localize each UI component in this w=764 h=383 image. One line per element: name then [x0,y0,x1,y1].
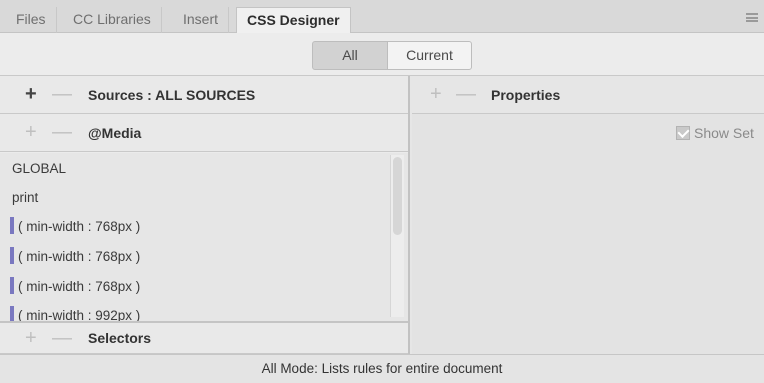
media-item-min-width-992[interactable]: ( min-width : 992px ) [10,306,140,321]
media-scrollbar[interactable] [390,155,404,317]
media-marker [10,217,14,234]
media-item-global[interactable]: GLOBAL [12,159,66,179]
media-header: + — @Media [0,114,408,152]
media-item-min-width-768-2[interactable]: ( min-width : 768px ) [10,247,140,267]
tab-files[interactable]: Files [6,7,57,33]
tab-css-designer[interactable]: CSS Designer [236,7,351,34]
mode-current-button[interactable]: Current [387,41,472,70]
media-marker [10,247,14,264]
hamburger-menu-icon[interactable] [746,13,758,22]
sources-title: Sources : ALL SOURCES [88,87,256,103]
add-property-icon[interactable]: + [430,83,442,105]
properties-header: + — Properties [412,76,764,114]
mode-all-button[interactable]: All [312,41,388,70]
media-item-min-width-768-1[interactable]: ( min-width : 768px ) [10,217,140,237]
tab-cc-libraries[interactable]: CC Libraries [63,7,162,33]
show-set-label: Show Set [694,125,754,141]
media-item-print[interactable]: print [12,188,38,208]
remove-property-icon[interactable]: — [456,83,476,105]
panel-tab-bar: Files CC Libraries Insert CSS Designer [0,0,764,34]
add-selector-icon[interactable]: + [25,327,37,349]
add-media-icon[interactable]: + [25,121,37,143]
properties-panel: + — Properties Show Set [412,76,764,354]
checkbox-checked-icon[interactable] [676,126,690,140]
show-set-checkbox[interactable]: Show Set [676,125,754,141]
media-item-min-width-768-3[interactable]: ( min-width : 768px ) [10,277,140,297]
add-source-icon[interactable]: + [25,83,37,105]
selectors-title: Selectors [88,330,152,346]
media-scroll-thumb[interactable] [393,157,402,235]
media-list: GLOBAL print ( min-width : 768px ) ( min… [0,153,408,321]
media-marker [10,277,14,294]
selectors-header: + — Selectors [0,321,408,354]
status-bar: All Mode: Lists rules for entire documen… [0,354,764,383]
tab-insert[interactable]: Insert [173,7,230,33]
media-marker [10,306,14,321]
properties-title: Properties [491,87,561,103]
remove-media-icon[interactable]: — [52,121,72,143]
left-panel: + — Sources : ALL SOURCES + — @Media GLO… [0,76,410,354]
media-title: @Media [88,125,142,141]
mode-toggle-row: All Current [0,33,764,76]
sources-header: + — Sources : ALL SOURCES [0,76,408,114]
remove-source-icon[interactable]: — [52,83,72,105]
remove-selector-icon[interactable]: — [52,327,72,349]
